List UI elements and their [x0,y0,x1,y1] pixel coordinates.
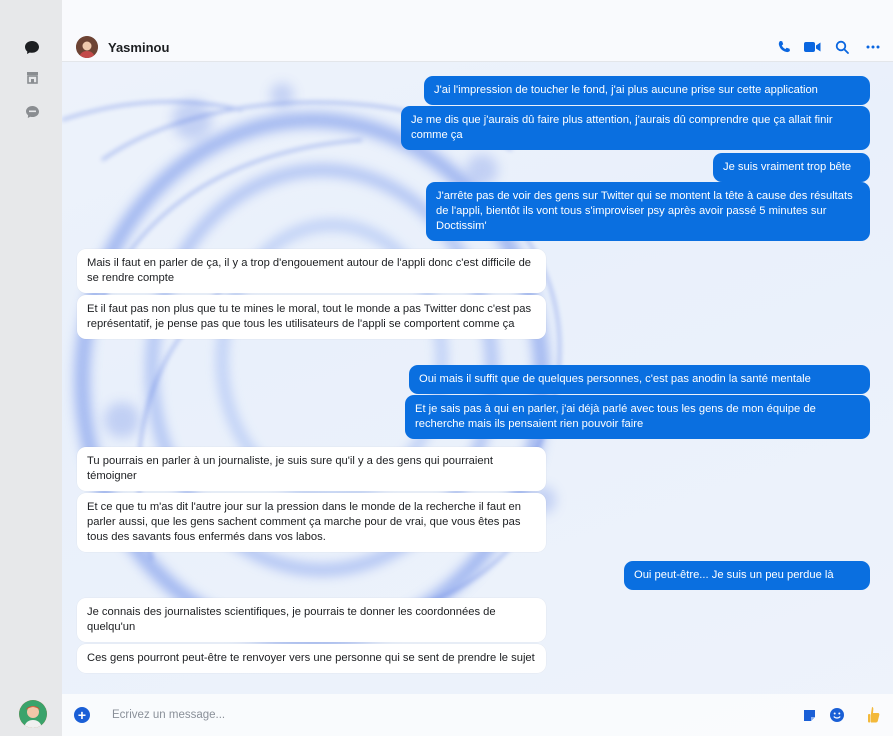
archive-icon[interactable] [22,103,42,121]
message-list: J'ai l'impression de toucher le fond, j'… [62,62,893,694]
add-icon[interactable]: + [74,707,90,723]
contact-name[interactable]: Yasminou [108,40,169,55]
chat-icon[interactable] [22,38,42,56]
message-composer: + [62,694,893,736]
message-bubble-outgoing[interactable]: Et je sais pas à qui en parler, j'ai déj… [405,395,870,439]
message-bubble-incoming[interactable]: Et il faut pas non plus que tu te mines … [77,295,546,339]
contact-avatar[interactable] [76,36,98,58]
message-bubble-outgoing[interactable]: Je me dis que j'aurais dû faire plus att… [401,106,870,150]
sticker-icon[interactable] [800,706,818,724]
message-bubble-outgoing[interactable]: Oui mais il suffit que de quelques perso… [409,365,870,394]
user-avatar[interactable] [19,700,47,728]
message-input[interactable] [102,702,782,728]
left-rail [0,0,62,736]
message-bubble-incoming[interactable]: Mais il faut en parler de ça, il y a tro… [77,249,546,293]
message-bubble-outgoing[interactable]: J'ai l'impression de toucher le fond, j'… [424,76,870,105]
more-icon[interactable] [864,38,882,56]
search-icon[interactable] [833,38,851,56]
phone-icon[interactable] [775,38,793,56]
messenger-window: Yasminou J'ai l'impression de toucher le… [0,0,893,736]
message-bubble-outgoing[interactable]: Oui peut-être... Je suis un peu perdue l… [624,561,870,590]
message-bubble-outgoing[interactable]: Je suis vraiment trop bête [713,153,870,182]
message-bubble-incoming[interactable]: Tu pourrais en parler à un journaliste, … [77,447,546,491]
marketplace-icon[interactable] [22,68,42,86]
thumbs-up-icon[interactable] [865,706,883,724]
message-bubble-incoming[interactable]: Je connais des journalistes scientifique… [77,598,546,642]
message-bubble-incoming[interactable]: Et ce que tu m'as dit l'autre jour sur l… [77,493,546,552]
conversation-header: Yasminou [62,0,893,62]
emoji-icon[interactable] [828,706,846,724]
message-bubble-outgoing[interactable]: J'arrête pas de voir des gens sur Twitte… [426,182,870,241]
conversation-panel: Yasminou J'ai l'impression de toucher le… [62,0,893,736]
message-bubble-incoming[interactable]: Ces gens pourront peut-être te renvoyer … [77,644,546,673]
video-icon[interactable] [803,38,821,56]
